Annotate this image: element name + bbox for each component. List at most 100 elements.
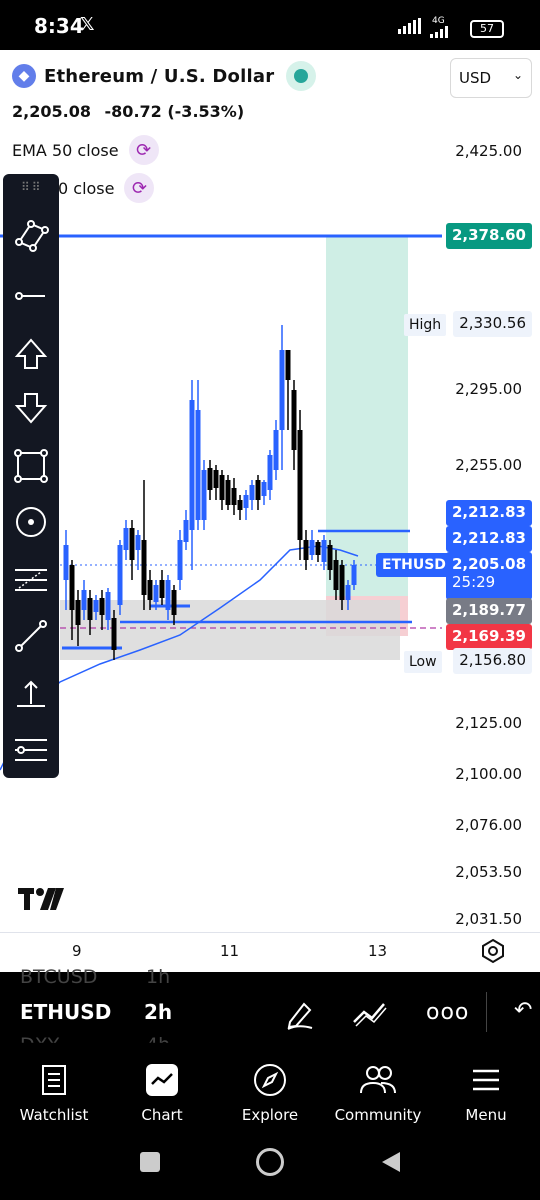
nav-label: Community: [334, 1106, 422, 1124]
active-interval[interactable]: 2h: [144, 1000, 172, 1024]
candle-body: [159, 580, 165, 598]
currency-select[interactable]: USD ⌄: [450, 58, 532, 98]
candle-body: [351, 565, 357, 585]
indicator-second[interactable]: 0 close ⟳: [58, 172, 155, 204]
more-icon[interactable]: ooo: [426, 1000, 469, 1025]
candle-body: [285, 350, 291, 380]
candle-body: [333, 560, 339, 590]
circle-icon[interactable]: [11, 502, 51, 542]
ethereum-logo-icon: ◆: [12, 64, 36, 88]
active-symbol[interactable]: ETHUSD: [20, 1000, 111, 1024]
last-price-value: 2,205.08: [452, 555, 527, 573]
low-price-tag: 2,156.80: [453, 648, 532, 674]
nav-menu[interactable]: Menu: [432, 1060, 540, 1124]
high-label: High: [404, 314, 447, 336]
status-bar: 8:34 𝕏 4G 57: [0, 0, 540, 50]
nav-watchlist[interactable]: Watchlist: [0, 1060, 108, 1124]
ghost-interval-below[interactable]: 4h: [146, 1034, 170, 1043]
candle-body: [327, 545, 333, 570]
watchlist-icon: [0, 1060, 108, 1100]
candle-body: [75, 600, 81, 625]
arrow-down-icon[interactable]: [11, 388, 51, 428]
candle-body: [147, 580, 153, 600]
market-open-indicator[interactable]: [286, 61, 317, 91]
candle-body: [291, 390, 297, 450]
measure-icon[interactable]: [11, 730, 51, 770]
candle-body: [141, 540, 147, 595]
low-label: Low: [404, 651, 442, 673]
ghost-symbol-below[interactable]: DXY: [20, 1034, 59, 1043]
back-button[interactable]: [380, 1150, 402, 1174]
status-time: 8:34: [34, 14, 84, 38]
candle-body: [183, 520, 189, 542]
candle-body: [111, 618, 117, 650]
axis-tick: 2,125.00: [455, 714, 522, 732]
refresh-icon-2[interactable]: ⟳: [124, 173, 155, 203]
nav-explore[interactable]: Explore: [216, 1060, 324, 1124]
entry-price-tag[interactable]: 2,189.77: [445, 598, 532, 624]
drawing-toolbar[interactable]: ⠿⠿: [3, 174, 59, 778]
candle-body: [309, 540, 315, 555]
drag-handle-icon[interactable]: ⠿⠿: [21, 180, 43, 194]
candle-body: [129, 528, 135, 560]
trendline-icon[interactable]: [11, 616, 51, 656]
refresh-icon[interactable]: ⟳: [128, 135, 159, 165]
undo-icon[interactable]: ↶: [514, 998, 532, 1023]
divider: [486, 992, 487, 1032]
fib-retracement-icon[interactable]: [11, 560, 51, 600]
target-price-tag[interactable]: 2,378.60: [445, 223, 532, 249]
symbol-title[interactable]: Ethereum / U.S. Dollar: [44, 66, 274, 87]
arrow-up-icon[interactable]: [11, 334, 51, 374]
currency-value: USD: [459, 69, 492, 87]
signal-icon: [398, 18, 421, 34]
title-row[interactable]: ◆ Ethereum / U.S. Dollar: [12, 61, 317, 91]
candle-body: [321, 540, 327, 562]
ghost-interval-above[interactable]: 1h: [146, 966, 170, 988]
candle-body: [165, 580, 171, 610]
rectangle-icon[interactable]: [11, 446, 51, 486]
recents-button[interactable]: [140, 1152, 160, 1172]
demand-zone[interactable]: [60, 600, 400, 660]
indicator-ema[interactable]: EMA 50 close ⟳: [12, 134, 159, 166]
candle-body: [99, 598, 105, 615]
candle-body: [153, 585, 159, 602]
x-tick: 11: [220, 942, 240, 960]
community-icon: [324, 1060, 432, 1100]
price-row: 2,205.08 -80.72 (-3.53%): [12, 102, 244, 121]
bottom-panel: BTCUSD 1h ETHUSD 2h DXY 4h ooo ↶ Watchli…: [0, 966, 540, 1200]
candle-body: [195, 410, 201, 520]
pattern-icon[interactable]: [11, 216, 51, 256]
candle-body: [303, 540, 309, 560]
candle-body: [249, 485, 255, 500]
indicator-label-2: 0 close: [58, 178, 115, 198]
nav-community[interactable]: Community: [324, 1060, 432, 1124]
axis-tick: 2,076.00: [455, 816, 522, 834]
ghost-symbol-above[interactable]: BTCUSD: [20, 966, 97, 988]
axis-tick: 2,031.50: [455, 910, 522, 928]
candle-body: [135, 535, 141, 550]
signal-icon-2: [430, 26, 448, 38]
chart-area[interactable]: ◆ Ethereum / U.S. Dollar USD ⌄ 2,205.08 …: [0, 50, 540, 972]
candle-body: [189, 400, 195, 530]
battery-icon: 57: [470, 20, 504, 38]
nav-chart[interactable]: Chart: [108, 1060, 216, 1124]
line-price-tag-2[interactable]: 2,212.83: [445, 526, 532, 552]
home-button[interactable]: [256, 1148, 284, 1176]
indicator-label: EMA 50 close: [12, 140, 119, 160]
draw-pen-icon[interactable]: [284, 998, 316, 1030]
projection-icon[interactable]: [11, 674, 51, 714]
candle-body: [237, 500, 243, 510]
line-price-tag[interactable]: 2,212.83: [445, 500, 532, 526]
tradingview-logo: [18, 888, 64, 910]
nav-label: Menu: [465, 1106, 507, 1124]
last-price: 2,205.08: [12, 102, 91, 121]
chart-settings-icon[interactable]: [480, 938, 506, 964]
last-price-tag[interactable]: 2,205.08 25:29: [446, 552, 532, 600]
horizontal-line-icon[interactable]: [11, 276, 51, 316]
x-tick: 9: [72, 942, 82, 960]
candle-body: [69, 565, 75, 610]
chart-pattern-icon[interactable]: [352, 998, 388, 1030]
price-change: -80.72 (-3.53%): [104, 102, 245, 121]
target-zone[interactable]: [326, 236, 408, 596]
stop-price-tag[interactable]: 2,169.39: [445, 624, 532, 650]
